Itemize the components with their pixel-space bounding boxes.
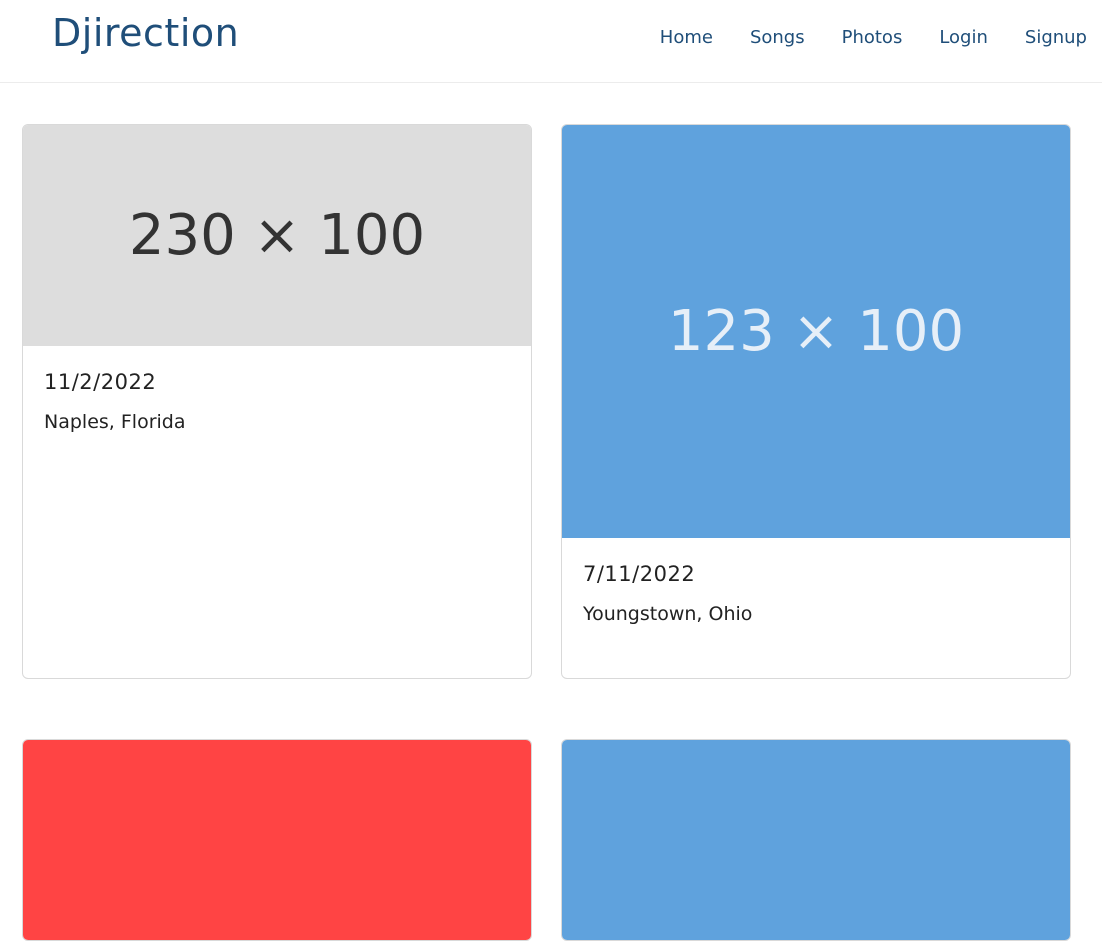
nav-login-link[interactable]: Login <box>939 26 988 50</box>
nav-photos-link[interactable]: Photos <box>842 26 903 50</box>
event-card[interactable]: 230 × 100 11/2/2022 Naples, Florida <box>22 124 532 679</box>
card-date: 11/2/2022 <box>44 370 157 394</box>
placeholder-image <box>23 740 531 940</box>
navbar: Djirection Home Songs Photos Login Signu… <box>0 0 1102 83</box>
card-location: Naples, Florida <box>44 411 186 433</box>
brand-logo[interactable]: Djirection <box>52 10 239 56</box>
placeholder-image <box>562 740 1070 940</box>
card-location: Youngstown, Ohio <box>583 603 753 625</box>
nav-songs-link[interactable]: Songs <box>750 26 805 50</box>
nav-menu: Home Songs Photos Login Signup <box>623 26 1087 50</box>
event-card[interactable]: 123 × 100 7/11/2022 Youngstown, Ohio <box>561 124 1071 679</box>
placeholder-image-label: 230 × 100 <box>128 203 426 268</box>
nav-signup-link[interactable]: Signup <box>1025 26 1087 50</box>
card-body: 11/2/2022 Naples, Florida <box>23 346 531 434</box>
placeholder-image-label: 123 × 100 <box>667 299 965 364</box>
card-date: 7/11/2022 <box>583 562 696 586</box>
nav-home-link[interactable]: Home <box>660 26 713 50</box>
card-body: 7/11/2022 Youngstown, Ohio <box>562 538 1070 626</box>
event-card[interactable] <box>22 739 532 941</box>
event-card[interactable] <box>561 739 1071 941</box>
placeholder-image: 123 × 100 <box>562 125 1070 538</box>
placeholder-image: 230 × 100 <box>23 125 531 346</box>
